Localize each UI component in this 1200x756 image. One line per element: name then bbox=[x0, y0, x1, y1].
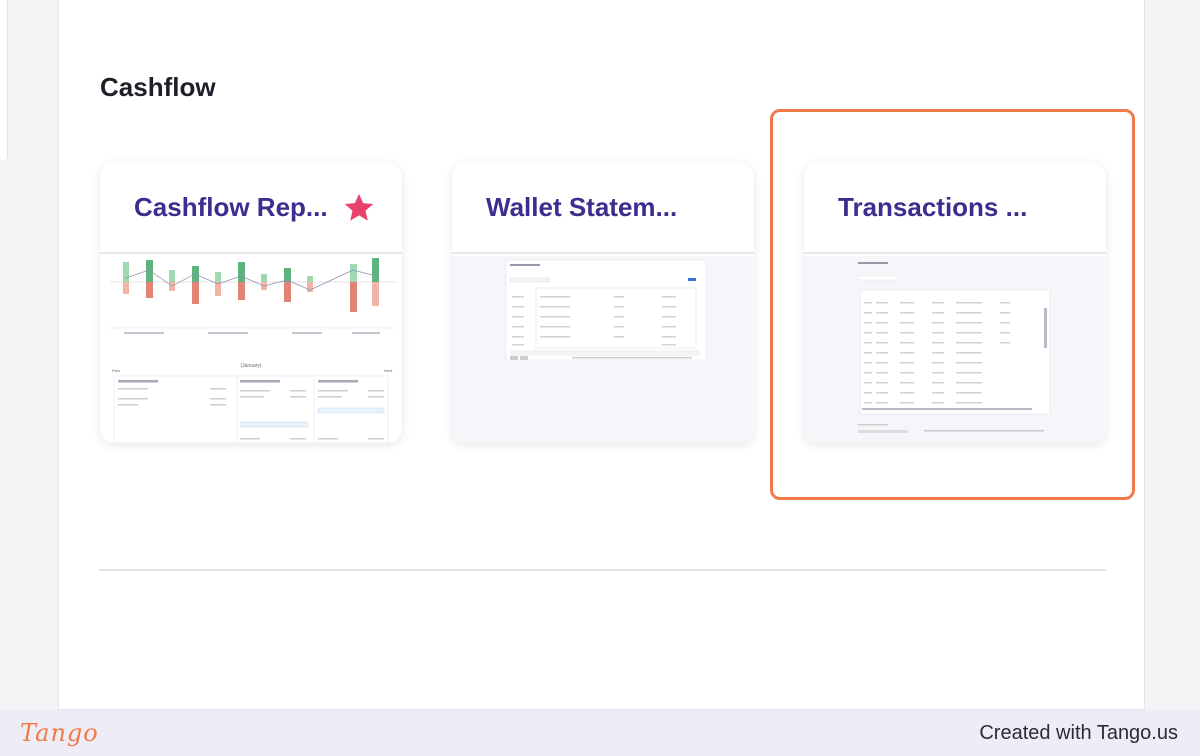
card-title: Wallet Statem... bbox=[486, 192, 678, 222]
tango-logo: Tango bbox=[20, 719, 99, 747]
favorite-star-icon[interactable] bbox=[342, 191, 376, 225]
section-divider bbox=[99, 569, 1106, 571]
report-card-wallet-statement[interactable]: Wallet Statem... bbox=[452, 163, 754, 443]
card-header: Cashflow Rep... bbox=[100, 163, 402, 254]
thumb-next-label: Next bbox=[384, 368, 393, 373]
thumb-prev-label: Prev bbox=[112, 368, 120, 373]
card-header: Wallet Statem... bbox=[452, 163, 754, 254]
cashflow-report-thumbnail: (January) Prev Next bbox=[100, 256, 402, 443]
card-title: Cashflow Rep... bbox=[134, 192, 328, 222]
section-title: Cashflow bbox=[100, 72, 216, 102]
collapsed-sidebar-tab[interactable] bbox=[0, 0, 8, 160]
click-highlight-box bbox=[770, 109, 1135, 500]
created-with-credit: Created with Tango.us bbox=[979, 721, 1178, 744]
footer-bar: Tango Created with Tango.us bbox=[0, 710, 1200, 756]
wallet-statement-thumbnail bbox=[452, 256, 754, 443]
thumb-month-label: (January) bbox=[240, 363, 261, 369]
right-gutter bbox=[1145, 0, 1200, 710]
report-card-cashflow[interactable]: Cashflow Rep... (January) Prev Next bbox=[100, 163, 402, 443]
left-gutter bbox=[0, 0, 58, 710]
